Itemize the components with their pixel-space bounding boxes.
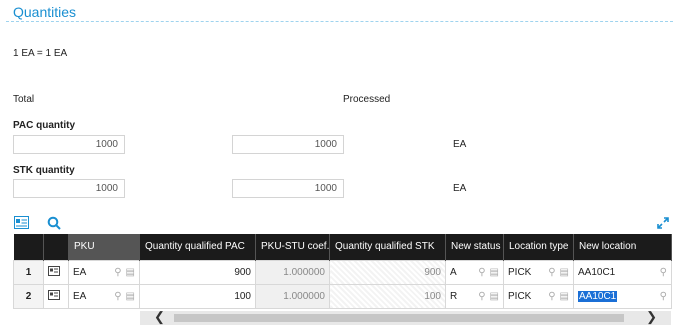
column-header-status[interactable]: New status xyxy=(445,234,504,260)
lookup-icon[interactable]: ⚲ xyxy=(114,291,121,302)
status-cell[interactable]: A ⚲ ▤ xyxy=(445,259,504,285)
qty-stk-cell: 100 xyxy=(329,283,446,309)
column-header-qty-pac[interactable]: Quantity qualified PAC xyxy=(139,234,256,260)
lookup-icon[interactable]: ⚲ xyxy=(114,267,121,278)
location-type-value: PICK xyxy=(508,266,532,278)
list-icon[interactable]: ▤ xyxy=(490,291,499,302)
horizontal-scrollbar[interactable]: ❮ ❯ xyxy=(140,309,671,325)
processed-label: Processed xyxy=(343,94,391,105)
section-title: Quantities xyxy=(13,4,77,20)
quantities-table: PKU Quantity qualified PAC PKU-STU coef.… xyxy=(13,234,672,309)
title-divider xyxy=(6,21,673,22)
stk-unit: EA xyxy=(453,183,467,194)
lookup-icon[interactable]: ⚲ xyxy=(660,291,667,302)
qty-pac-cell[interactable]: 900 xyxy=(139,259,256,285)
column-header-qty-stk[interactable]: Quantity qualified STK xyxy=(329,234,446,260)
row-detail-icon[interactable] xyxy=(43,259,69,285)
status-value: A xyxy=(450,266,457,278)
table-header-row: PKU Quantity qualified PAC PKU-STU coef.… xyxy=(13,234,672,260)
pac-unit: EA xyxy=(453,139,467,150)
row-number: 2 xyxy=(13,283,44,309)
new-location-value: AA10C1 xyxy=(578,266,616,278)
status-value: R xyxy=(450,290,458,302)
stk-processed-field[interactable]: 1000 xyxy=(232,179,344,198)
scroll-thumb[interactable] xyxy=(174,314,624,322)
stk-total-field[interactable]: 1000 xyxy=(13,179,125,198)
list-icon[interactable]: ▤ xyxy=(490,267,499,278)
search-icon[interactable] xyxy=(47,216,61,233)
list-icon[interactable]: ▤ xyxy=(126,291,135,302)
pku-value: EA xyxy=(73,290,87,302)
row-detail-header xyxy=(43,234,69,260)
column-header-coef[interactable]: PKU-STU coef. xyxy=(255,234,330,260)
lookup-icon[interactable]: ⚲ xyxy=(660,267,667,278)
qty-stk-cell: 900 xyxy=(329,259,446,285)
pac-processed-field[interactable]: 1000 xyxy=(232,135,344,154)
coef-cell: 1.000000 xyxy=(255,259,330,285)
scroll-right-arrow-icon[interactable]: ❯ xyxy=(646,309,657,325)
location-type-value: PICK xyxy=(508,290,532,302)
coef-cell: 1.000000 xyxy=(255,283,330,309)
lookup-icon[interactable]: ⚲ xyxy=(478,267,485,278)
detail-view-icon[interactable] xyxy=(14,216,29,232)
table-row[interactable]: 1 EA ⚲ ▤ 900 1.000000 900 A ⚲ ▤ PICK ⚲ ▤ AA10C… xyxy=(13,259,672,285)
stk-quantity-label: STK quantity xyxy=(13,165,75,176)
pku-cell[interactable]: EA ⚲ ▤ xyxy=(68,259,140,285)
column-header-pku[interactable]: PKU xyxy=(68,234,140,260)
pku-cell[interactable]: EA ⚲ ▤ xyxy=(68,283,140,309)
unit-conversion-text: 1 EA = 1 EA xyxy=(13,48,68,59)
location-type-cell[interactable]: PICK ⚲ ▤ xyxy=(503,259,574,285)
pku-value: EA xyxy=(73,266,87,278)
scroll-left-arrow-icon[interactable]: ❮ xyxy=(154,309,165,325)
new-location-cell[interactable]: AA10C1 ⚲ xyxy=(573,259,672,285)
column-header-new-location[interactable]: New location xyxy=(573,234,672,260)
total-label: Total xyxy=(13,94,35,105)
row-number-header xyxy=(13,234,44,260)
location-type-cell[interactable]: PICK ⚲ ▤ xyxy=(503,283,574,309)
qty-pac-cell[interactable]: 100 xyxy=(139,283,256,309)
list-icon[interactable]: ▤ xyxy=(560,267,569,278)
pac-total-field[interactable]: 1000 xyxy=(13,135,125,154)
lookup-icon[interactable]: ⚲ xyxy=(478,291,485,302)
table-row[interactable]: 2 EA ⚲ ▤ 100 1.000000 100 R ⚲ ▤ PICK ⚲ ▤ AA10C… xyxy=(13,283,672,309)
column-header-location-type[interactable]: Location type xyxy=(503,234,574,260)
list-icon[interactable]: ▤ xyxy=(560,291,569,302)
status-cell[interactable]: R ⚲ ▤ xyxy=(445,283,504,309)
lookup-icon[interactable]: ⚲ xyxy=(548,291,555,302)
row-number: 1 xyxy=(13,259,44,285)
row-detail-icon[interactable] xyxy=(43,283,69,309)
expand-icon[interactable] xyxy=(657,217,669,232)
lookup-icon[interactable]: ⚲ xyxy=(548,267,555,278)
pac-quantity-label: PAC quantity xyxy=(13,120,76,131)
new-location-cell[interactable]: AA10C1 ⚲ xyxy=(573,283,672,309)
list-icon[interactable]: ▤ xyxy=(126,267,135,278)
new-location-value[interactable]: AA10C1 xyxy=(578,290,618,302)
